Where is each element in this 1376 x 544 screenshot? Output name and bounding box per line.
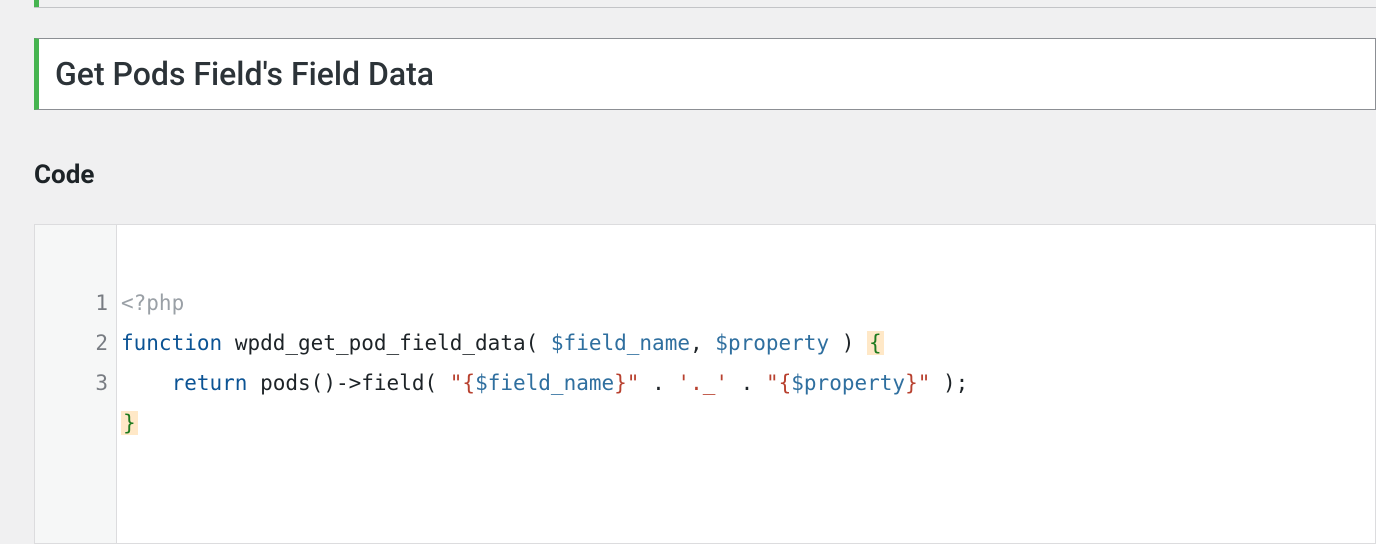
code-section-label: Code [34, 160, 94, 190]
indent [121, 371, 172, 395]
string: }" [614, 371, 639, 395]
arrow-op: -> [336, 371, 361, 395]
line-number-gutter: 1 2 3 [35, 225, 117, 543]
string: '._' [677, 371, 728, 395]
function-name: wpdd_get_pod_field_data [235, 331, 526, 355]
concat-op: . [652, 371, 665, 395]
variable: $field_name [551, 331, 690, 355]
string: "{ [766, 371, 791, 395]
snippet-title: Get Pods Field's Field Data [55, 55, 434, 93]
meta-box-top-stripe [34, 0, 1376, 8]
brace-open: { [867, 331, 884, 355]
code-editor[interactable]: 1 2 3 <?php function wpdd_get_pod_field_d… [34, 224, 1376, 544]
variable: $property [715, 331, 829, 355]
string: }" [905, 371, 930, 395]
concat-op: . [741, 371, 754, 395]
variable: $property [791, 371, 905, 395]
stmt-end: ); [943, 371, 968, 395]
line-number: 3 [35, 363, 108, 403]
line-number: 1 [35, 283, 108, 323]
keyword-return: return [172, 371, 248, 395]
line-number: 2 [35, 323, 108, 363]
comma: , [690, 331, 703, 355]
func-call: pods [260, 371, 311, 395]
title-input-container[interactable]: Get Pods Field's Field Data [34, 38, 1376, 110]
brace-close: } [121, 411, 138, 435]
php-open-tag: <?php [121, 291, 184, 315]
func-call: field [361, 371, 424, 395]
code-textarea[interactable]: <?phpfunction wpdd_get_pod_field_data( $… [117, 225, 1375, 543]
keyword-function: function [121, 331, 222, 355]
variable: $field_name [475, 371, 614, 395]
string: "{ [450, 371, 475, 395]
